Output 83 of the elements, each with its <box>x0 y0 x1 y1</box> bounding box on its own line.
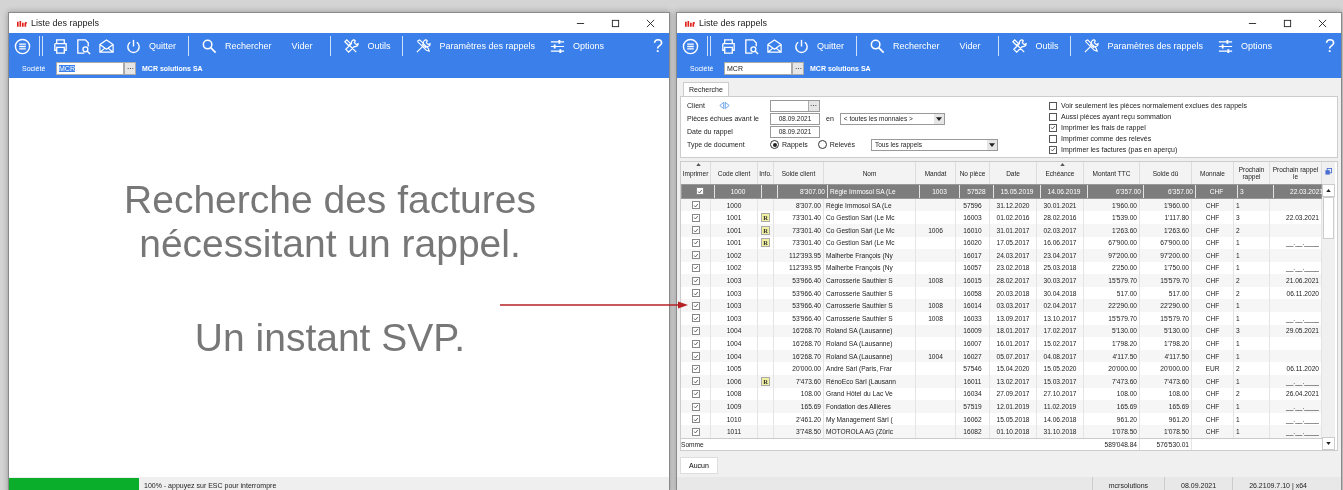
checkbox[interactable] <box>1049 145 1057 154</box>
checkbox[interactable] <box>1049 123 1057 132</box>
dropdown-arrow-icon <box>989 142 995 147</box>
tools-icon <box>415 37 433 55</box>
navigation-arrows-icon[interactable] <box>718 101 730 111</box>
scrollbar[interactable] <box>1322 162 1335 450</box>
menu-icon[interactable] <box>682 37 699 55</box>
scrollbar-thumb[interactable] <box>1323 197 1334 240</box>
sliders-icon <box>1216 37 1234 55</box>
sort-arrow-icon <box>1060 163 1065 167</box>
tools-icon <box>1011 37 1029 55</box>
dropdown-arrow-icon <box>935 116 942 121</box>
checkbox[interactable] <box>691 339 700 348</box>
tools-button[interactable]: Outils <box>339 37 395 55</box>
checkbox[interactable] <box>691 415 700 424</box>
maximize-icon[interactable] <box>1283 18 1292 28</box>
more-icon <box>126 67 134 70</box>
search-icon <box>201 37 218 55</box>
options-button[interactable]: Options <box>544 37 608 55</box>
down-arrow-icon <box>1326 442 1331 445</box>
checkbox[interactable] <box>1049 112 1057 121</box>
logo-icon <box>17 19 27 27</box>
options-button[interactable]: Options <box>1212 37 1276 55</box>
envelope-icon[interactable] <box>766 37 783 55</box>
tools-button[interactable]: Outils <box>1007 37 1063 55</box>
search-button[interactable]: Rechercher <box>865 37 944 55</box>
tools-icon <box>343 37 361 55</box>
power-icon <box>125 37 142 55</box>
checkbox[interactable] <box>691 226 700 235</box>
sort-arrow-icon <box>695 163 701 167</box>
envelope-icon[interactable] <box>98 37 115 55</box>
close-icon[interactable] <box>646 18 655 28</box>
up-arrow-icon <box>1326 189 1331 193</box>
checkbox[interactable] <box>691 264 700 272</box>
menu-icon[interactable] <box>14 37 31 55</box>
print-icon[interactable] <box>720 37 737 55</box>
search-button[interactable]: Rechercher <box>197 37 276 55</box>
scroll-up-button[interactable] <box>1322 184 1335 198</box>
help-button[interactable]: ? <box>653 35 669 57</box>
maximize-icon[interactable] <box>611 18 620 28</box>
search-icon <box>869 37 886 55</box>
close-icon[interactable] <box>1318 18 1327 28</box>
checkbox[interactable] <box>1049 134 1057 143</box>
checkbox[interactable] <box>691 301 700 310</box>
clear-button[interactable]: Vider <box>949 41 991 51</box>
checkbox[interactable] <box>691 251 700 260</box>
settings-button[interactable]: Paramètres des rappels <box>411 37 539 55</box>
checkbox[interactable] <box>695 187 704 196</box>
checkbox[interactable] <box>691 326 700 335</box>
logo-icon <box>685 19 695 27</box>
checkbox[interactable] <box>691 377 700 386</box>
sliders-icon <box>548 37 566 55</box>
print-icon[interactable] <box>52 37 69 55</box>
columns-icon[interactable] <box>1325 168 1332 176</box>
checkbox[interactable] <box>691 201 700 209</box>
tools-icon <box>1083 37 1101 55</box>
checkbox[interactable] <box>691 402 700 411</box>
quit-button[interactable]: Quitter <box>121 37 180 55</box>
more-icon[interactable] <box>810 104 818 108</box>
wait-message: Un instant SVP. <box>193 316 467 360</box>
loading-message: Recherche des factures nécessitant un rappel. <box>123 178 537 266</box>
client-field[interactable] <box>769 99 820 112</box>
print-preview-icon[interactable] <box>75 37 92 55</box>
checkbox[interactable] <box>691 389 700 398</box>
clear-button[interactable]: Vider <box>281 41 323 51</box>
quit-button[interactable]: Quitter <box>789 37 848 55</box>
print-preview-icon[interactable] <box>743 37 760 55</box>
window-title: Liste des rappels <box>699 18 768 28</box>
power-icon <box>793 37 810 55</box>
more-icon <box>794 67 802 70</box>
checkbox[interactable] <box>691 314 700 323</box>
window-title: Liste des rappels <box>31 18 100 28</box>
checkbox[interactable] <box>691 238 700 247</box>
checkbox[interactable] <box>1049 101 1057 110</box>
settings-button[interactable]: Paramètres des rappels <box>1079 37 1207 55</box>
checkbox[interactable] <box>691 352 700 361</box>
checkbox[interactable] <box>691 364 700 373</box>
checkbox[interactable] <box>691 276 700 285</box>
help-button[interactable]: ? <box>1325 35 1341 57</box>
checkbox[interactable] <box>691 427 700 436</box>
checkbox[interactable] <box>691 213 700 222</box>
checkbox[interactable] <box>691 289 700 298</box>
scroll-down-button[interactable] <box>1322 437 1335 450</box>
